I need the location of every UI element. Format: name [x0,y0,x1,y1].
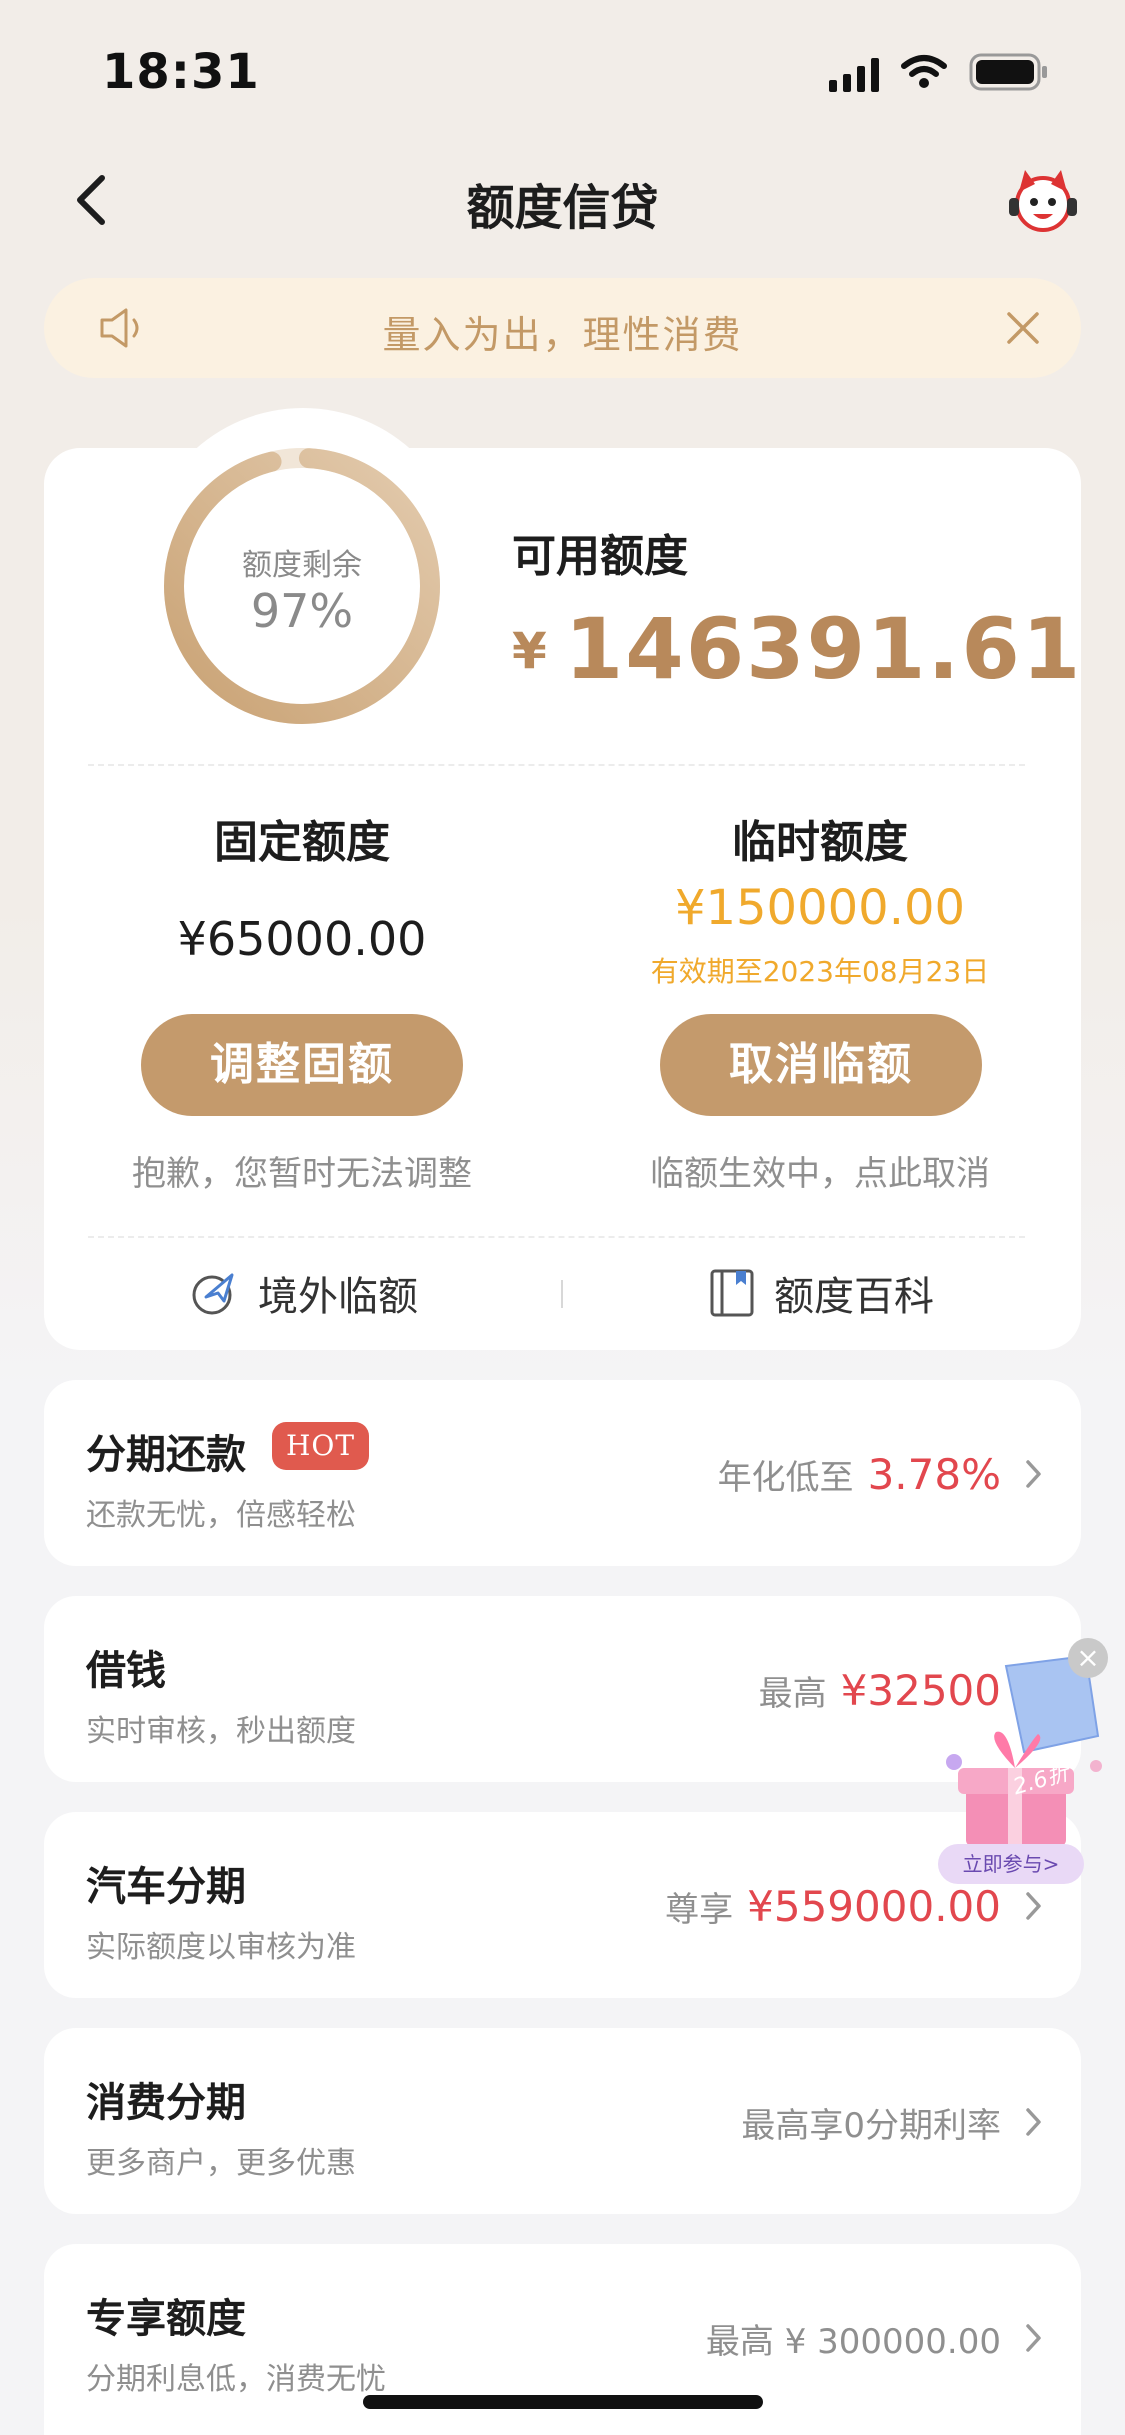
fixed-credit-amount: ¥65000.00 [177,912,427,966]
status-bar: 18:31 [0,0,1125,140]
chevron-right-icon [1026,1460,1041,1488]
status-icons [829,52,1049,92]
available-amount-value: 146391.61 [564,600,1083,698]
product-borrow-money[interactable]: 借钱 实时审核，秒出额度 最高 ¥32500 [44,1596,1081,1782]
product-subtitle: 实际额度以审核为准 [86,1930,356,1965]
chevron-right-icon [1026,2108,1041,2136]
ring-label: 额度剩余 [242,548,362,583]
chevron-right-icon [1026,1892,1041,1920]
adjust-note: 抱歉，您暂时无法调整 [132,1154,472,1194]
status-time: 18:31 [102,44,260,100]
page-title: 额度信贷 [466,180,659,236]
notice-text: 量入为出，理性消费 [382,313,743,357]
product-offer: 尊享 ¥559000.00 [665,1878,1001,1934]
wiki-label: 额度百科 [774,1274,934,1320]
product-offer: 最高享0分期利率 [741,2094,1001,2150]
customer-service-mascot-icon[interactable] [1005,162,1081,238]
product-consumer-installment[interactable]: 消费分期 更多商户，更多优惠 最高享0分期利率 [44,2028,1081,2214]
product-title: 专享额度 [86,2296,246,2342]
nav-bar: 额度信贷 [0,150,1125,250]
fixed-credit-title: 固定额度 [214,817,390,868]
temp-credit-title: 临时额度 [732,817,908,868]
product-installment-repayment[interactable]: 分期还款 HOT 还款无忧，倍感轻松 年化低至 3.78% [44,1380,1081,1566]
product-title: 消费分期 [86,2080,246,2126]
product-title: 汽车分期 [86,1864,246,1910]
product-subtitle: 更多商户，更多优惠 [86,2146,356,2181]
offer-prefix: 最高 [758,1673,827,1714]
product-offer: 年化低至 3.78% [718,1446,1001,1502]
wifi-icon [901,55,947,88]
cellular-signal-icon [829,52,879,92]
product-subtitle: 还款无忧，倍感轻松 [86,1498,356,1533]
product-title: 借钱 [86,1648,166,1694]
plane-globe-icon [192,1273,234,1315]
home-indicator [363,2395,763,2409]
adjust-fixed-credit-button[interactable]: 调整固额 [141,1014,463,1116]
promo-join-button[interactable]: 立即参与> [938,1844,1084,1884]
notice-banner: 量入为出，理性消费 [44,278,1081,378]
cancel-temp-credit-button[interactable]: 取消临额 [660,1014,982,1116]
hot-badge: HOT [272,1422,370,1470]
product-offer: 最高 ¥ 300000.00 [706,2310,1001,2366]
promo-close-button[interactable]: × [1068,1638,1108,1678]
product-car-installment[interactable]: 汽车分期 实际额度以审核为准 尊享 ¥559000.00 [44,1812,1081,1998]
overseas-label: 境外临额 [258,1274,418,1320]
cancel-note[interactable]: 临额生效中，点此取消 [580,1146,1060,1195]
offer-text: 最高 ¥ 300000.00 [705,2321,1001,2362]
temp-credit-expiry: 有效期至2023年08月23日 [650,955,990,988]
close-icon[interactable] [1003,308,1043,348]
offer-prefix: 尊享 [665,1889,734,1930]
offer-highlight: 3.78% [867,1449,1001,1499]
battery-icon [969,53,1047,91]
temp-credit-amount: ¥150000.00 [674,880,966,936]
offer-highlight: ¥559000.00 [747,1881,1001,1931]
available-credit-label: 可用额度 [512,531,688,582]
divider [88,1236,1025,1238]
chevron-right-icon [1026,2324,1041,2352]
currency-symbol: ¥ [512,622,547,680]
book-icon [710,1269,754,1317]
product-subtitle: 实时审核，秒出额度 [86,1714,356,1749]
link-divider [561,1280,563,1308]
offer-text: 最高享0分期利率 [741,2105,1001,2146]
credit-wiki-link[interactable]: 额度百科 [708,1262,934,1324]
product-title: 分期还款 [86,1432,246,1478]
product-subtitle: 分期利息低，消费无忧 [86,2362,386,2397]
available-credit-amount: ¥146391.61 [512,600,1082,698]
ring-percent: 97% [250,584,354,638]
overseas-temp-credit-link[interactable]: 境外临额 [188,1262,418,1324]
divider [88,764,1025,766]
offer-prefix: 年化低至 [717,1457,854,1498]
